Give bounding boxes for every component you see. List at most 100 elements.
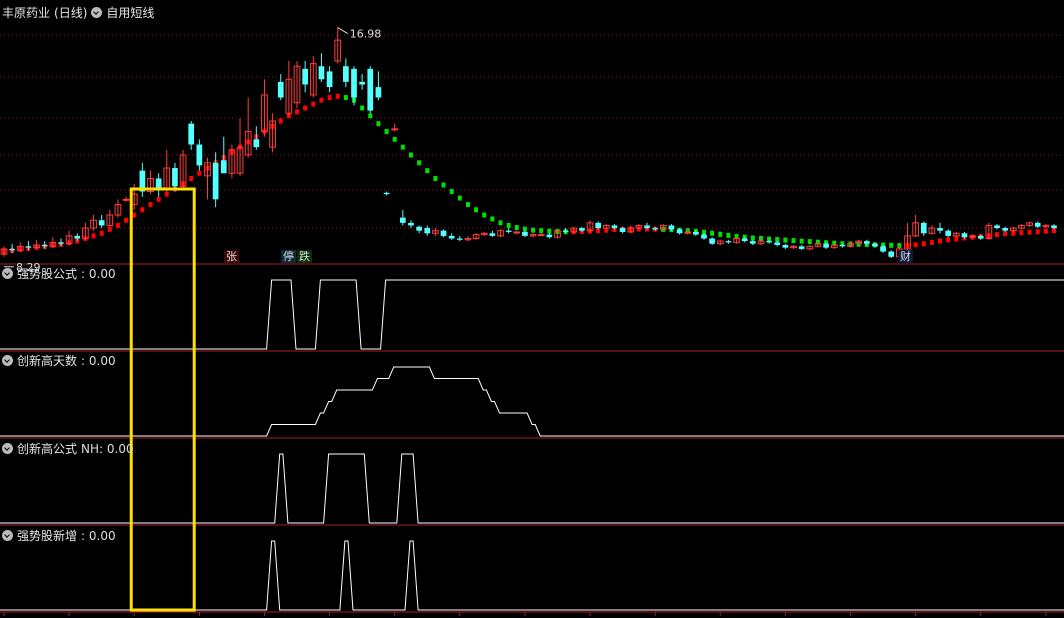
- panel-name[interactable]: 强势股新增: [17, 527, 77, 544]
- candle-body: [188, 123, 195, 145]
- ma-dot: [408, 152, 413, 158]
- panel-value: : 0.00: [81, 353, 116, 368]
- candle-body: [863, 241, 870, 244]
- candle-body: [522, 231, 528, 236]
- candle-body: [725, 241, 732, 243]
- candle-body: [74, 235, 81, 239]
- candle-body: [782, 245, 789, 248]
- candle-body: [839, 245, 846, 247]
- ma-dot: [726, 232, 731, 238]
- ma-dot: [921, 241, 926, 247]
- candle-body: [644, 225, 650, 229]
- candle-body: [774, 242, 781, 246]
- chevron-down-icon[interactable]: [2, 530, 13, 541]
- chart-canvas: 16.988.29: [0, 27, 1064, 616]
- ma-dot: [498, 220, 503, 226]
- candle-body: [277, 81, 284, 98]
- ma-dot: [360, 105, 365, 111]
- ma-dot: [474, 207, 479, 213]
- ma-dot: [124, 217, 129, 223]
- chevron-down-icon[interactable]: [2, 355, 13, 366]
- ma-dot: [514, 225, 519, 231]
- ma-dot: [132, 212, 137, 218]
- ma-dot: [327, 95, 332, 101]
- candle-body: [155, 178, 162, 189]
- event-badge-halt[interactable]: 停: [281, 250, 296, 263]
- candle-body: [448, 235, 455, 239]
- candle-body: [595, 222, 602, 229]
- candle-body: [611, 225, 618, 229]
- candle-body: [619, 228, 626, 232]
- candle-body: [537, 234, 545, 237]
- ma-dot: [783, 237, 788, 243]
- panel-name[interactable]: 强势股公式: [17, 265, 77, 282]
- ma-dot: [457, 195, 462, 201]
- candle-body: [977, 235, 984, 239]
- candle-body: [888, 251, 895, 257]
- ma-dot: [295, 109, 300, 115]
- ma-dot: [91, 233, 96, 239]
- candle-body: [383, 192, 390, 195]
- ma-dot: [400, 144, 405, 150]
- ma-dot: [889, 242, 894, 248]
- chevron-down-icon[interactable]: [91, 7, 103, 18]
- panel-name[interactable]: 创新高公式: [17, 440, 77, 457]
- ma-dot: [164, 191, 169, 197]
- period-label[interactable]: (日线): [54, 4, 87, 21]
- candle-body: [58, 242, 64, 244]
- candle-body: [98, 220, 105, 226]
- candle-body: [253, 139, 260, 148]
- candle-body: [375, 87, 382, 98]
- candle-body: [122, 198, 130, 201]
- stock-name[interactable]: 丰原药业: [2, 4, 50, 21]
- ma-dot: [539, 228, 544, 234]
- ma-dot: [938, 238, 943, 244]
- ma-dot: [140, 207, 145, 213]
- candle-body: [351, 68, 357, 98]
- panel-title-strong-new: 强势股新增 : 0.00: [2, 527, 116, 544]
- candle-body: [196, 144, 203, 166]
- ma-dot: [368, 113, 373, 119]
- high-pointer: [337, 27, 348, 35]
- panel-name[interactable]: 创新高天数: [17, 352, 77, 369]
- ma-dot: [303, 105, 308, 111]
- candle-body: [766, 241, 772, 243]
- candle-body: [693, 231, 699, 235]
- candle-body: [1051, 225, 1057, 229]
- event-badge-finance[interactable]: 财: [898, 250, 913, 263]
- ma-dot: [1043, 228, 1048, 234]
- candle-body: [676, 229, 683, 234]
- ma-dot: [718, 231, 723, 237]
- chevron-down-icon[interactable]: [2, 443, 13, 454]
- formula-name[interactable]: 自用短线: [106, 4, 154, 21]
- ma-dot: [531, 227, 536, 233]
- ma-dot: [441, 182, 446, 188]
- ma-dot: [995, 232, 1000, 238]
- ma-dot: [392, 136, 397, 142]
- ma-dot: [311, 101, 316, 107]
- event-badge-rise[interactable]: 张: [224, 250, 239, 263]
- ma-dot: [506, 222, 511, 228]
- high-price-label: 16.98: [350, 28, 382, 41]
- ma-dot: [490, 216, 495, 222]
- ma-dot: [946, 237, 951, 243]
- chevron-down-icon[interactable]: [2, 268, 13, 279]
- candle-body: [456, 238, 463, 240]
- ma-dot: [417, 160, 422, 166]
- ma-dot: [449, 189, 454, 195]
- chart-header: 丰原药业 (日线) 自用短线: [2, 4, 154, 21]
- candle-body: [416, 226, 422, 231]
- strong-stock-line: [117, 279, 1064, 350]
- strong-new-line: [117, 540, 1064, 611]
- ma-dot: [482, 212, 487, 218]
- candle-body: [823, 243, 829, 248]
- panel-value: : 0.00: [81, 528, 116, 543]
- ma-dot: [750, 235, 755, 241]
- candle-body: [880, 246, 886, 252]
- candle-body: [9, 248, 15, 251]
- candle-body: [709, 238, 715, 244]
- candle-body: [399, 217, 406, 223]
- ma-dot: [791, 238, 796, 244]
- event-badge-fall[interactable]: 跌: [297, 250, 312, 263]
- ma-dot: [343, 95, 348, 101]
